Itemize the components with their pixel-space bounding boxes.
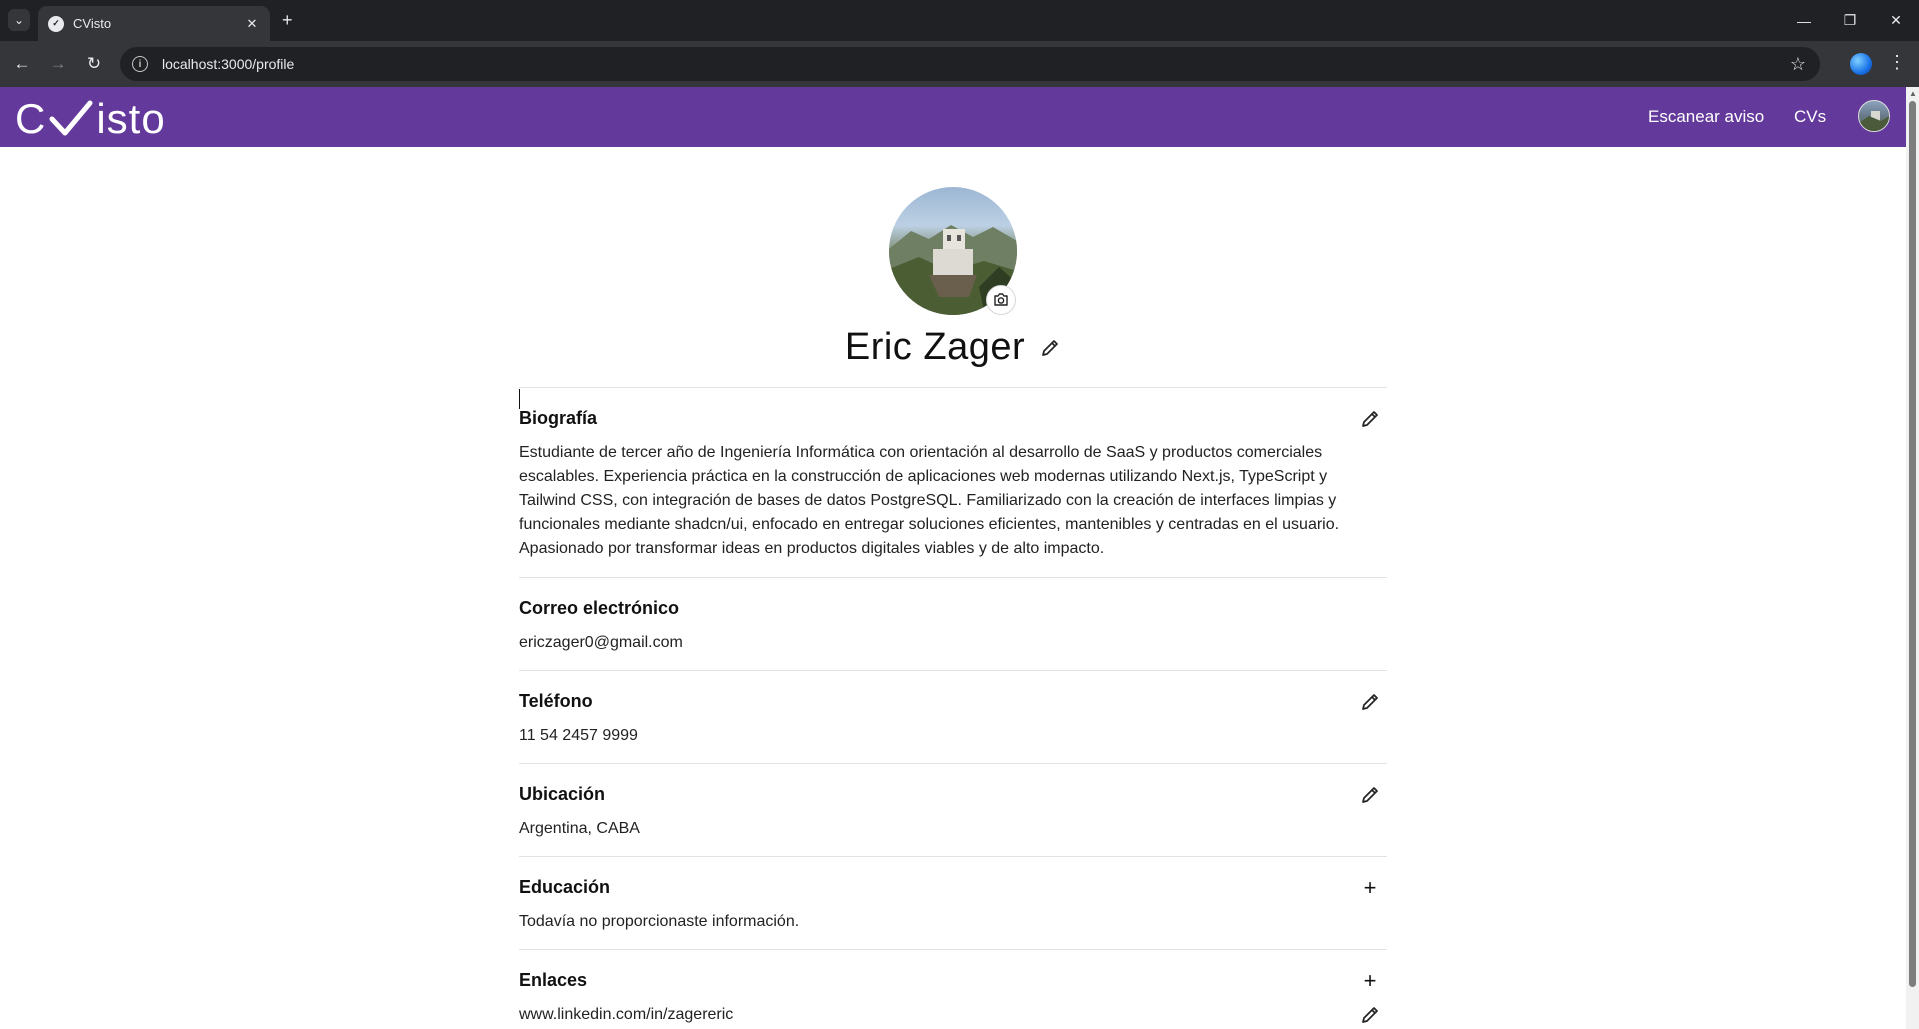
- edit-phone-pencil-icon[interactable]: [1359, 691, 1381, 713]
- back-button[interactable]: ←: [10, 52, 34, 76]
- phone-value: 11 54 2457 9999: [519, 727, 638, 744]
- bio-text: Estudiante de tercer año de Ingeniería I…: [519, 444, 1340, 557]
- avatar-photo-icon: [1859, 111, 1889, 131]
- page-scrollbar[interactable]: ▲: [1906, 87, 1919, 1029]
- new-tab-button[interactable]: +: [282, 10, 293, 30]
- restore-button[interactable]: ❐: [1827, 0, 1873, 41]
- window-controls: — ❐ ✕: [1781, 0, 1919, 41]
- links-title: Enlaces: [519, 970, 588, 990]
- app-header: C isto Escanear aviso CVs: [0, 87, 1906, 147]
- email-value: ericzager0@gmail.com: [519, 634, 683, 651]
- profile-name: Eric Zager: [844, 326, 1026, 368]
- reload-button[interactable]: ↻: [82, 52, 106, 76]
- close-window-button[interactable]: ✕: [1873, 0, 1919, 41]
- nav-cvs-link[interactable]: CVs: [1794, 107, 1826, 127]
- logo-text-c: C: [15, 95, 47, 142]
- cvisto-logo[interactable]: C isto: [15, 95, 166, 143]
- user-avatar[interactable]: [1858, 100, 1890, 132]
- camera-icon: [994, 293, 1008, 306]
- logo-check-icon: [49, 100, 93, 136]
- tab-close-icon[interactable]: ✕: [244, 16, 260, 32]
- tab-list-button[interactable]: ⌄: [8, 9, 30, 31]
- bookmark-star-icon[interactable]: ☆: [1790, 54, 1806, 75]
- forward-button[interactable]: →: [46, 52, 70, 76]
- edit-link-pencil-icon[interactable]: [1359, 1004, 1381, 1026]
- section-education: Educación + Todavía no proporcionaste in…: [519, 856, 1387, 949]
- site-info-icon[interactable]: i: [132, 56, 148, 72]
- section-phone: Teléfono 11 54 2457 9999: [519, 670, 1387, 763]
- edit-name-pencil-icon[interactable]: [1039, 337, 1061, 359]
- browser-tab[interactable]: ✓ CVisto ✕: [38, 6, 270, 41]
- browser-menu-icon[interactable]: ⋮: [1888, 52, 1906, 73]
- link-item[interactable]: www.linkedin.com/in/zagereric: [519, 1003, 1387, 1027]
- phone-title: Teléfono: [519, 691, 593, 711]
- profile-name-row: Eric Zager: [0, 326, 1906, 369]
- education-empty-text: Todavía no proporcionaste información.: [519, 913, 800, 930]
- education-title: Educación: [519, 877, 611, 897]
- address-bar[interactable]: i localhost:3000/profile ☆: [120, 47, 1820, 81]
- nav-scan-link[interactable]: Escanear aviso: [1648, 107, 1764, 127]
- minimize-button[interactable]: —: [1781, 0, 1827, 41]
- bio-title: Biografía: [519, 408, 598, 428]
- section-bio: Biografía Estudiante de tercer año de In…: [519, 387, 1387, 577]
- browser-profile-icon[interactable]: [1850, 53, 1872, 75]
- browser-tab-bar: ⌄ ✓ CVisto ✕ + — ❐ ✕: [0, 0, 1919, 41]
- browser-toolbar: ← → ↻ i localhost:3000/profile ☆ ⋮: [0, 41, 1919, 87]
- location-title: Ubicación: [519, 784, 606, 804]
- logo-text-isto: isto: [96, 95, 166, 142]
- location-value: Argentina, CABA: [519, 820, 640, 837]
- scroll-up-icon[interactable]: ▲: [1909, 89, 1917, 98]
- section-email: Correo electrónico ericzager0@gmail.com: [519, 577, 1387, 670]
- tab-title: CVisto: [73, 16, 112, 31]
- add-education-plus-icon[interactable]: +: [1359, 877, 1381, 899]
- email-title: Correo electrónico: [519, 598, 680, 618]
- edit-bio-pencil-icon[interactable]: [1359, 408, 1381, 430]
- add-link-plus-icon[interactable]: +: [1359, 970, 1381, 992]
- change-photo-button[interactable]: [986, 285, 1016, 315]
- edit-location-pencil-icon[interactable]: [1359, 784, 1381, 806]
- cvisto-favicon-icon: ✓: [48, 15, 64, 32]
- url-text[interactable]: localhost:3000/profile: [162, 56, 1790, 72]
- scroll-thumb[interactable]: [1909, 101, 1916, 987]
- section-location: Ubicación Argentina, CABA: [519, 763, 1387, 856]
- section-links: Enlaces + www.linkedin.com/in/zagereric: [519, 949, 1387, 1029]
